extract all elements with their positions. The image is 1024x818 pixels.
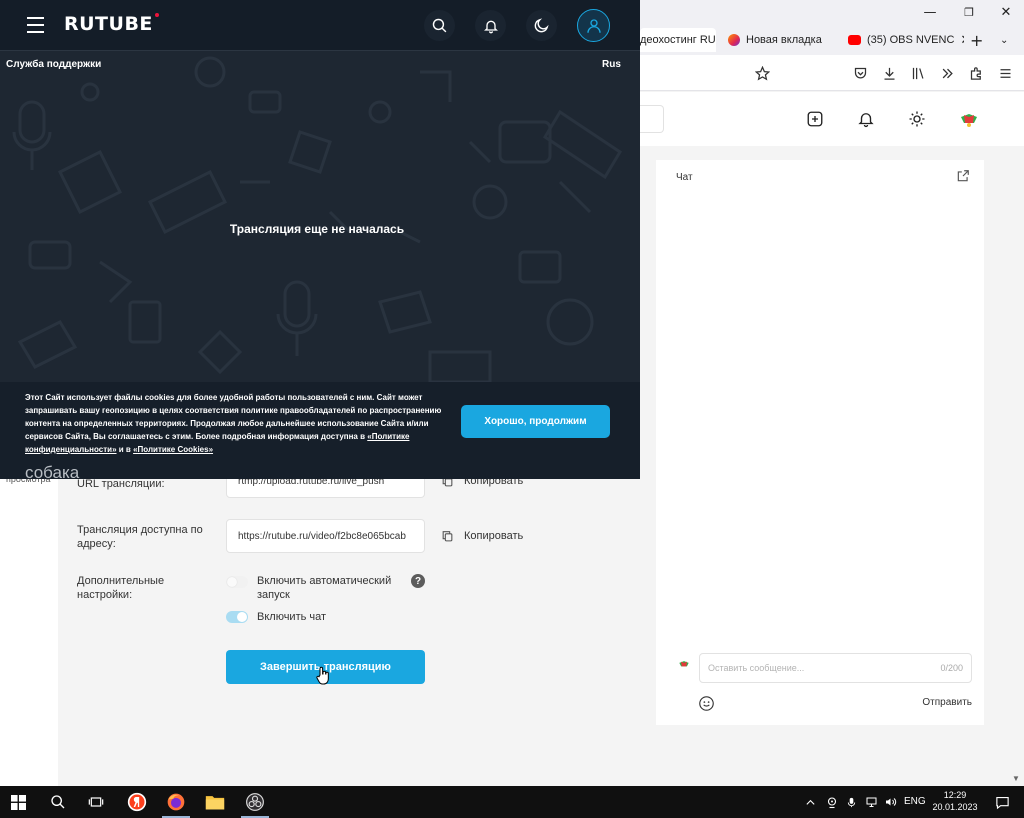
minimize-icon[interactable]: — (912, 0, 948, 24)
send-button[interactable]: Отправить (922, 697, 972, 708)
theme-toggle-button[interactable] (526, 10, 557, 41)
cookie-and: и в (118, 445, 131, 454)
tab-new[interactable]: Новая вкладка ✕ (728, 28, 833, 52)
close-tab-icon[interactable]: ✕ (960, 33, 964, 48)
tab-rutube[interactable]: деохостинг RU ✕ (640, 28, 716, 52)
bell-icon (483, 20, 498, 33)
notifications-button[interactable] (475, 10, 506, 41)
microphone-icon[interactable] (843, 790, 859, 814)
search-button[interactable] (424, 10, 455, 41)
tab-label: Новая вкладка (746, 34, 822, 46)
stream-address-value: https://rutube.ru/video/f2bc8e065bcab (238, 530, 406, 542)
file-explorer-icon[interactable] (203, 790, 227, 814)
scroll-down-icon[interactable]: ▼ (1012, 774, 1020, 783)
task-view-icon[interactable] (84, 790, 108, 814)
auto-start-toggle[interactable] (226, 576, 248, 588)
network-icon[interactable] (862, 790, 880, 814)
language-switch[interactable]: Rus (602, 59, 621, 70)
close-window-icon[interactable]: ✕ (988, 0, 1024, 24)
help-icon[interactable]: ? (411, 574, 425, 588)
volume-icon[interactable] (882, 790, 898, 814)
more-tools-icon[interactable] (937, 63, 957, 83)
input-language[interactable]: ENG (904, 796, 926, 807)
yandex-browser-icon[interactable] (125, 790, 149, 814)
clock-time: 12:29 (943, 790, 967, 800)
moon-icon (534, 18, 549, 33)
cookie-policy-link[interactable]: «Политике Cookies» (133, 445, 213, 454)
emoji-icon[interactable] (698, 695, 715, 712)
youtube-icon (848, 35, 861, 45)
copy-label: Копировать (464, 530, 524, 542)
support-link[interactable]: Служба поддержки (6, 59, 101, 70)
popout-icon[interactable] (956, 169, 970, 183)
bell-icon[interactable] (853, 106, 879, 132)
player-header: RUTUBE (0, 0, 640, 51)
library-icon[interactable] (908, 63, 928, 83)
stream-settings: URL трансляции: rtmp://upload.rutube.ru/… (58, 464, 640, 786)
firefox-icon[interactable] (164, 790, 188, 814)
user-icon (586, 18, 601, 33)
stream-status: Трансляция еще не началась (229, 222, 405, 236)
chat-message-input[interactable]: Оставить сообщение... 0/200 (699, 653, 972, 683)
stream-address-field[interactable]: https://rutube.ru/video/f2bc8e065bcab (226, 519, 425, 553)
notifications-icon[interactable] (990, 790, 1014, 814)
system-clock[interactable]: 12:29 20.01.2023 (930, 789, 980, 813)
bookmark-star-icon[interactable] (752, 63, 772, 83)
logo-text: RUTUBE (64, 13, 153, 35)
tab-youtube[interactable]: (35) OBS NVENC ✕ (848, 28, 964, 52)
search-icon[interactable] (46, 790, 70, 814)
avatar (679, 661, 689, 667)
firefox-icon (728, 34, 740, 46)
webcam-icon[interactable] (824, 790, 840, 814)
cookie-notice: Этот Сайт использует файлы cookies для б… (25, 391, 445, 456)
windows-start-icon[interactable] (6, 790, 30, 814)
tab-label: (35) OBS NVENC (867, 34, 955, 46)
upload-icon[interactable] (802, 106, 828, 132)
cookie-banner: Этот Сайт использует файлы cookies для б… (0, 382, 640, 479)
rutube-logo[interactable]: RUTUBE (64, 13, 159, 35)
restore-icon[interactable]: ❐ (951, 0, 987, 24)
extensions-icon[interactable] (966, 63, 986, 83)
hamburger-menu-icon[interactable] (27, 17, 44, 33)
clock-date: 20.01.2023 (932, 802, 978, 812)
overlay-text: собака (25, 463, 80, 479)
studio-sidebar: просмотра (0, 470, 58, 786)
rutube-player-window: RUTUBE Служба поддержки Rus Трансляция е… (0, 0, 640, 479)
chat-panel: Чат Оставить сообщение... 0/200 Отправит… (656, 160, 984, 725)
user-profile-button[interactable] (577, 9, 610, 42)
pocket-icon[interactable] (850, 63, 870, 83)
new-tab-icon[interactable]: + (970, 28, 986, 52)
windows-taskbar: ENG 12:29 20.01.2023 (0, 786, 1024, 818)
sun-icon[interactable] (904, 106, 930, 132)
search-field-edge[interactable] (640, 105, 664, 133)
hand-cursor-icon (316, 666, 329, 685)
chevron-up-icon[interactable] (802, 790, 818, 814)
copy-icon (442, 531, 453, 542)
chevron-down-icon[interactable]: ⌄ (1000, 28, 1016, 52)
menu-icon[interactable] (995, 63, 1015, 83)
auto-start-label: Включить автоматический запуск (257, 575, 392, 601)
chat-toggle[interactable] (226, 611, 248, 623)
tab-label: деохостинг RU (640, 34, 716, 46)
avatar[interactable] (956, 106, 982, 132)
copy-address-button[interactable]: Копировать (441, 529, 523, 543)
address-label: Трансляция доступна по адресу: (77, 524, 203, 550)
chat-title: Чат (676, 172, 693, 183)
obs-studio-icon[interactable] (243, 790, 267, 814)
char-counter: 0/200 (940, 663, 963, 673)
chat-toggle-label: Включить чат (257, 611, 327, 623)
url-label: URL трансляции: (77, 478, 165, 490)
accept-cookies-button[interactable]: Хорошо, продолжим (461, 405, 610, 438)
studio-header (640, 92, 1024, 146)
downloads-icon[interactable] (879, 63, 899, 83)
extra-settings-label: Дополнительные настройки: (77, 575, 165, 601)
search-icon (432, 18, 447, 33)
chat-placeholder: Оставить сообщение... (708, 663, 805, 673)
